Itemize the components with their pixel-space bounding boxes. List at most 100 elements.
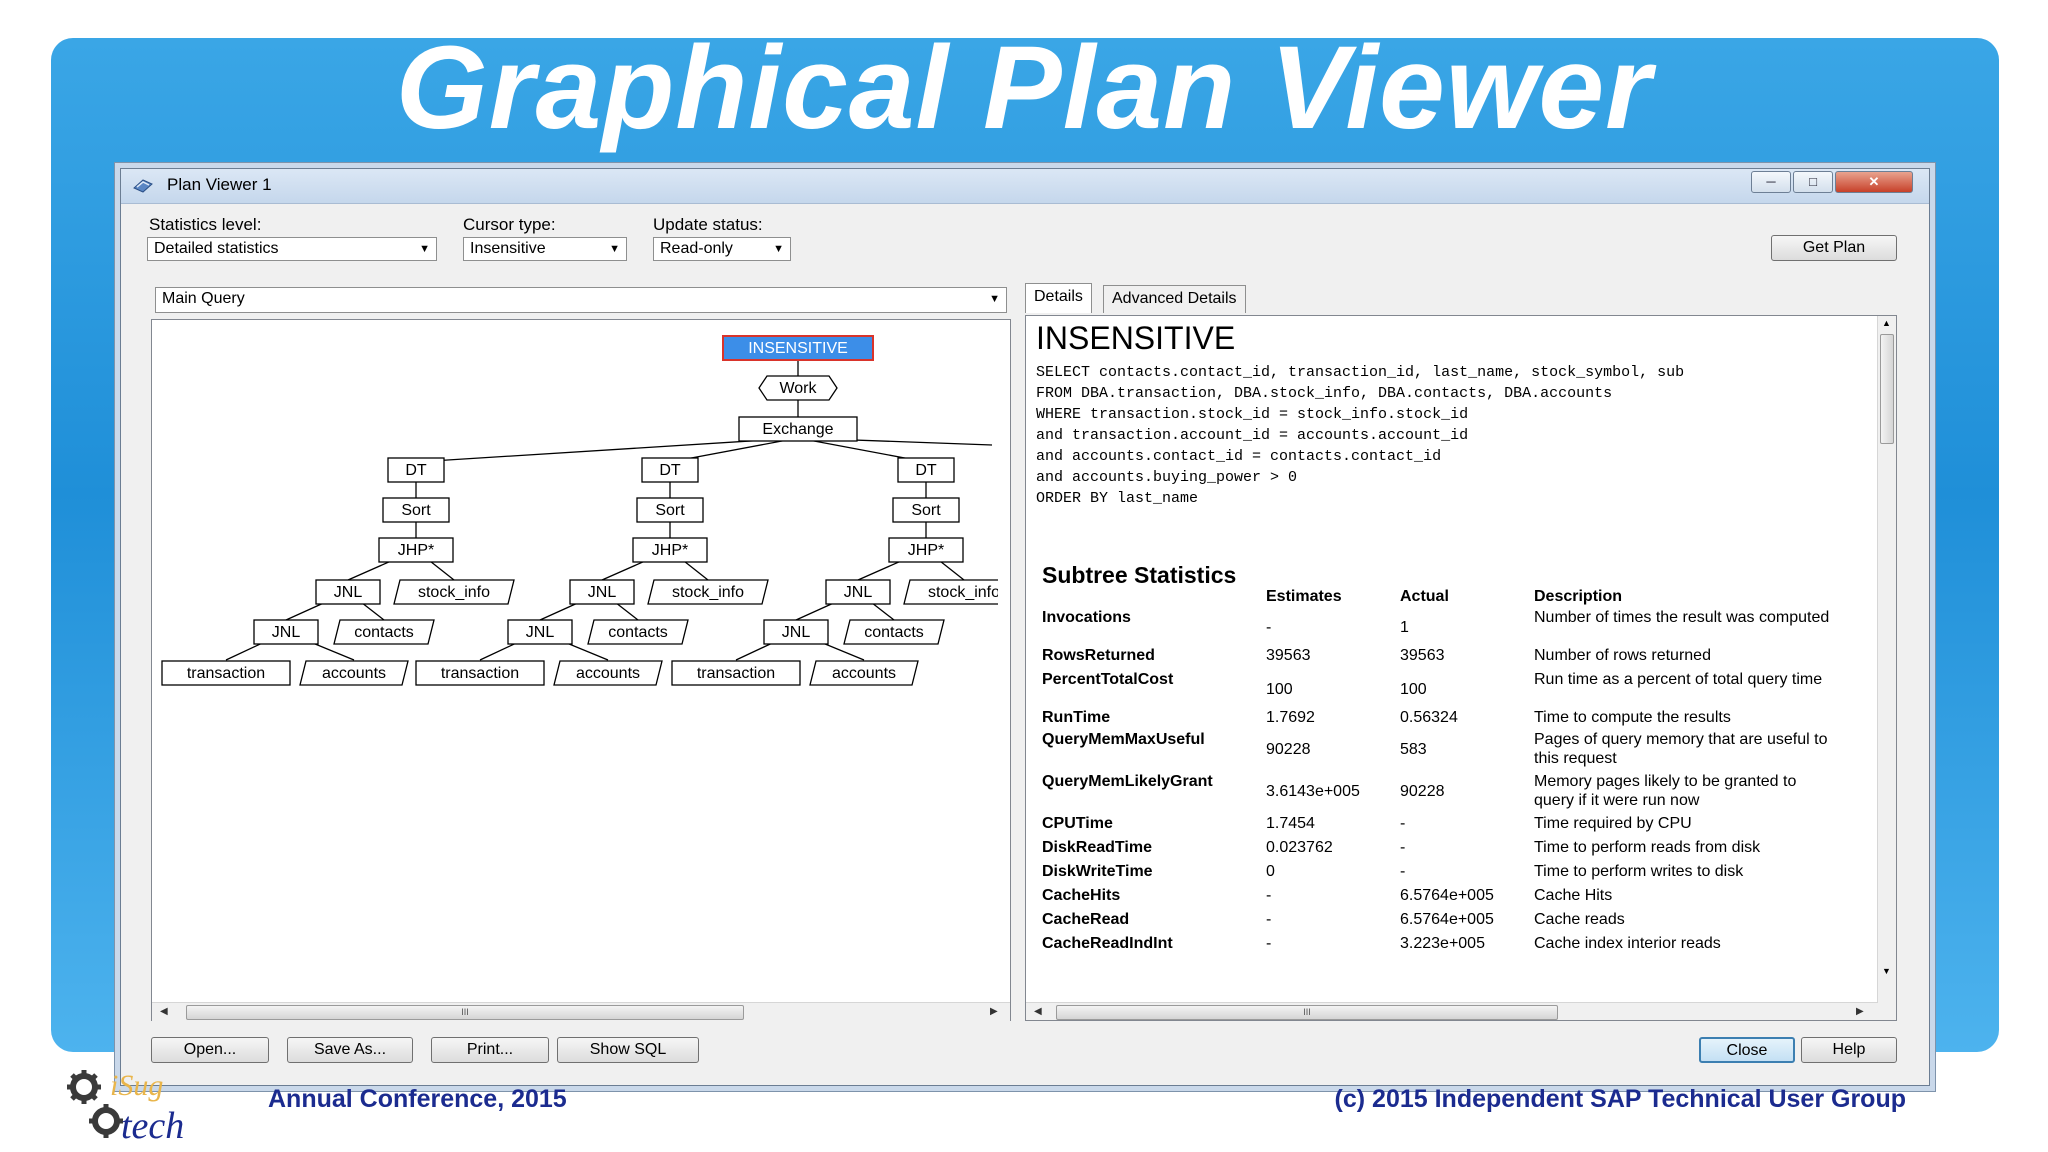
plan-node-accounts[interactable]: accounts bbox=[299, 660, 409, 686]
plan-node-jhp-label: JHP* bbox=[908, 542, 944, 559]
plan-node-dt[interactable]: DT bbox=[387, 457, 445, 483]
chevron-down-icon: ▼ bbox=[989, 293, 1000, 305]
subtree-statistics-title: Subtree Statistics bbox=[1042, 562, 1237, 588]
plan-node-root-label: INSENSITIVE bbox=[748, 340, 848, 357]
plan-horizontal-scrollbar[interactable]: ◀ III ▶ bbox=[152, 1002, 1010, 1021]
plan-node-sort[interactable]: Sort bbox=[382, 497, 450, 523]
plan-node-transaction-label: transaction bbox=[697, 665, 775, 682]
stat-actual: 90228 bbox=[1400, 783, 1445, 800]
scroll-left-icon[interactable]: ◀ bbox=[160, 1006, 168, 1017]
cursor-type-label: Cursor type: bbox=[463, 215, 556, 234]
plan-node-accounts[interactable]: accounts bbox=[553, 660, 663, 686]
query-select[interactable]: Main Query ▼ bbox=[155, 287, 1007, 313]
plan-node-stock-info[interactable]: stock_info bbox=[393, 579, 515, 605]
stat-estimate: 100 bbox=[1266, 681, 1293, 698]
plan-tree-panel: INSENSITIVE Work Exchange DT Sort JHP* JNL stoc… bbox=[151, 319, 1011, 1021]
plan-node-dt[interactable]: DT bbox=[641, 457, 699, 483]
stat-description: Time required by CPU bbox=[1534, 815, 1692, 832]
scroll-grip: III bbox=[461, 1007, 469, 1017]
statistics-level-select[interactable]: Detailed statistics ▼ bbox=[147, 237, 437, 261]
scroll-right-icon[interactable]: ▶ bbox=[990, 1006, 998, 1017]
stat-name: RunTime bbox=[1042, 709, 1111, 726]
help-button[interactable]: Help bbox=[1801, 1037, 1897, 1063]
plan-node-contacts-label: contacts bbox=[608, 624, 668, 641]
plan-node-stock-info[interactable]: stock_info bbox=[903, 579, 998, 605]
plan-node-jnl[interactable]: JNL bbox=[825, 579, 891, 605]
plan-node-jnl[interactable]: JNL bbox=[253, 619, 319, 645]
plan-node-jhp-label: JHP* bbox=[398, 542, 434, 559]
plan-node-transaction[interactable]: transaction bbox=[671, 660, 801, 686]
footer-copyright: (c) 2015 Independent SAP Technical User … bbox=[1334, 1085, 1906, 1113]
scroll-left-icon[interactable]: ◀ bbox=[1034, 1006, 1042, 1017]
tab-advanced-details[interactable]: Advanced Details bbox=[1103, 285, 1246, 313]
get-plan-button[interactable]: Get Plan bbox=[1771, 235, 1897, 261]
plan-node-dt-label: DT bbox=[405, 462, 427, 479]
stat-description: Time to compute the results bbox=[1534, 709, 1731, 726]
save-as-button[interactable]: Save As... bbox=[287, 1037, 413, 1063]
show-sql-button[interactable]: Show SQL bbox=[557, 1037, 699, 1063]
plan-node-jnl[interactable]: JNL bbox=[315, 579, 381, 605]
plan-node-accounts[interactable]: accounts bbox=[809, 660, 919, 686]
plan-node-stock-info[interactable]: stock_info bbox=[647, 579, 769, 605]
scroll-up-icon[interactable]: ▲ bbox=[1882, 318, 1891, 328]
stat-name: CacheRead bbox=[1042, 911, 1130, 928]
stat-actual: - bbox=[1400, 815, 1406, 832]
plan-node-jnl[interactable]: JNL bbox=[569, 579, 635, 605]
scroll-right-icon[interactable]: ▶ bbox=[1856, 1006, 1864, 1017]
plan-node-work-label: Work bbox=[779, 380, 817, 397]
plan-scroll-thumb[interactable]: III bbox=[186, 1005, 744, 1020]
plan-node-transaction[interactable]: transaction bbox=[415, 660, 545, 686]
plan-node-exchange[interactable]: Exchange bbox=[738, 416, 858, 442]
plan-node-root[interactable]: INSENSITIVE bbox=[722, 335, 874, 361]
details-vertical-scrollbar[interactable]: ▲ ▼ bbox=[1877, 316, 1896, 1020]
stat-estimate: 1.7454 bbox=[1266, 815, 1315, 832]
cursor-type-select[interactable]: Insensitive ▼ bbox=[463, 237, 627, 261]
scroll-down-icon[interactable]: ▼ bbox=[1882, 966, 1891, 976]
statistics-level-value: Detailed statistics bbox=[154, 240, 279, 257]
minimize-button[interactable]: ─ bbox=[1751, 171, 1791, 193]
details-horizontal-scrollbar[interactable]: ◀ III ▶ bbox=[1026, 1002, 1878, 1020]
plan-node-contacts[interactable]: contacts bbox=[333, 619, 435, 645]
plan-node-contacts[interactable]: contacts bbox=[843, 619, 945, 645]
plan-node-jnl-label: JNL bbox=[272, 624, 301, 641]
plan-node-jhp[interactable]: JHP* bbox=[888, 537, 964, 563]
tab-details[interactable]: Details bbox=[1025, 283, 1092, 313]
print-button[interactable]: Print... bbox=[431, 1037, 549, 1063]
stat-description: Cache Hits bbox=[1534, 887, 1613, 904]
minimize-icon: ─ bbox=[1766, 174, 1776, 189]
plan-node-stock-info-label: stock_info bbox=[928, 584, 998, 601]
plan-node-dt[interactable]: DT bbox=[897, 457, 955, 483]
footer-conference: Annual Conference, 2015 bbox=[268, 1085, 567, 1113]
plan-node-sort[interactable]: Sort bbox=[636, 497, 704, 523]
open-button[interactable]: Open... bbox=[151, 1037, 269, 1063]
plan-node-sort-label: Sort bbox=[655, 502, 685, 519]
maximize-button[interactable]: □ bbox=[1793, 171, 1833, 193]
details-hscroll-thumb[interactable]: III bbox=[1056, 1005, 1558, 1020]
plan-node-jhp[interactable]: JHP* bbox=[378, 537, 454, 563]
plan-node-jnl[interactable]: JNL bbox=[763, 619, 829, 645]
plan-node-work[interactable]: Work bbox=[758, 375, 838, 401]
plan-node-jnl[interactable]: JNL bbox=[507, 619, 573, 645]
details-scroll-thumb[interactable] bbox=[1880, 334, 1894, 444]
stat-estimate: 90228 bbox=[1266, 741, 1311, 758]
logo-text-bottom: tech bbox=[121, 1105, 184, 1145]
close-window-button[interactable]: ✕ bbox=[1835, 171, 1913, 193]
plan-node-transaction[interactable]: transaction bbox=[161, 660, 291, 686]
stat-actual: 6.5764e+005 bbox=[1400, 911, 1494, 928]
plan-node-jnl-label: JNL bbox=[526, 624, 555, 641]
window-titlebar[interactable]: Plan Viewer 1 ─ □ ✕ bbox=[121, 169, 1929, 204]
plan-node-jhp[interactable]: JHP* bbox=[632, 537, 708, 563]
stat-actual: 6.5764e+005 bbox=[1400, 887, 1494, 904]
sql-text: SELECT contacts.contact_id, transaction_… bbox=[1036, 364, 1685, 507]
window-title: Plan Viewer 1 bbox=[167, 175, 272, 194]
stat-estimate: - bbox=[1266, 911, 1272, 928]
update-status-select[interactable]: Read-only ▼ bbox=[653, 237, 791, 261]
plan-node-dt-label: DT bbox=[659, 462, 681, 479]
plan-node-contacts[interactable]: contacts bbox=[587, 619, 689, 645]
col-actual: Actual bbox=[1400, 588, 1449, 605]
stat-description: Cache reads bbox=[1534, 911, 1625, 928]
close-button[interactable]: Close bbox=[1699, 1037, 1795, 1063]
plan-node-transaction-label: transaction bbox=[187, 665, 265, 682]
plan-viewer-icon bbox=[133, 179, 153, 193]
plan-node-sort[interactable]: Sort bbox=[892, 497, 960, 523]
